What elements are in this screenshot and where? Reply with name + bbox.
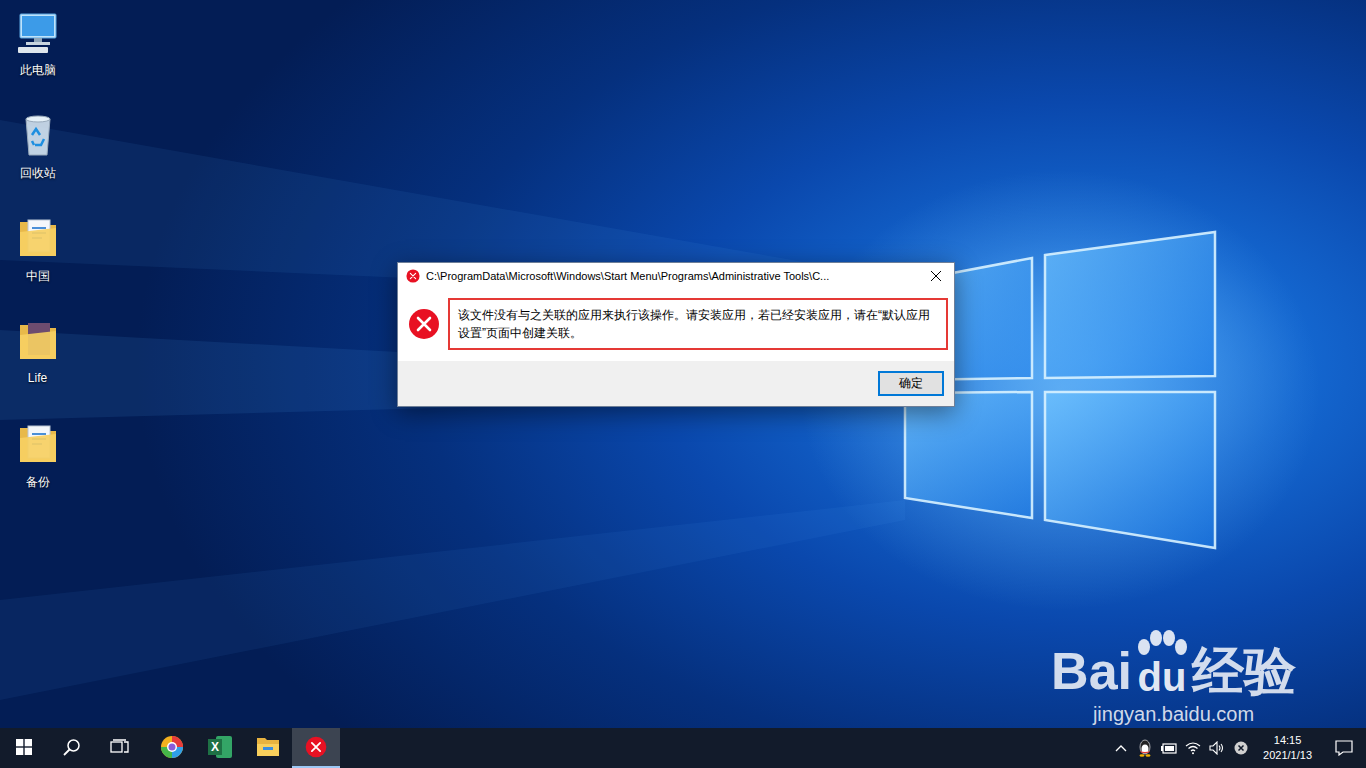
windows-start-icon	[16, 739, 32, 755]
desktop-icon[interactable]: 回收站	[0, 111, 75, 206]
desktop-icon[interactable]: 中国	[0, 214, 75, 309]
search-button[interactable]	[48, 728, 96, 768]
tray-qq[interactable]	[1133, 728, 1157, 768]
photo-folder-icon	[14, 317, 62, 365]
desktop-icon-label: 备份	[26, 474, 50, 491]
battery-plug-icon	[1160, 741, 1178, 755]
computer-icon	[14, 8, 62, 56]
desktop-icon[interactable]: 备份	[0, 420, 75, 515]
search-icon	[63, 738, 81, 756]
tray-status[interactable]	[1229, 728, 1253, 768]
taskbar-app[interactable]	[244, 728, 292, 768]
ok-button[interactable]: 确定	[878, 371, 944, 396]
watermark: Baidu经验 jingyan.baidu.com	[1051, 629, 1296, 726]
browser-icon	[160, 735, 184, 759]
taskbar-app[interactable]: X	[196, 728, 244, 768]
paw-icon	[1134, 629, 1190, 657]
status-error-icon	[1234, 741, 1248, 755]
error-small-icon	[406, 269, 420, 283]
desktop-icon-label: 此电脑	[20, 62, 56, 79]
watermark-url: jingyan.baidu.com	[1093, 703, 1254, 726]
watermark-brand-right: du	[1138, 657, 1187, 697]
notification-icon	[1335, 740, 1353, 756]
task-view-button[interactable]	[96, 728, 144, 768]
start-button[interactable]	[0, 728, 48, 768]
close-icon	[931, 271, 941, 281]
close-button[interactable]	[918, 263, 954, 289]
desktop-icon-label: 中国	[26, 268, 50, 285]
watermark-brand: Baidu经验	[1051, 629, 1296, 697]
notification-button[interactable]	[1322, 728, 1366, 768]
screen: 此电脑回收站中国 Life 备份 C:\ProgramData\Microsoft\W…	[0, 0, 1366, 768]
clock-time: 14:15	[1274, 733, 1302, 748]
desktop-icon-label: 回收站	[20, 165, 56, 182]
desktop-icon[interactable]: 此电脑	[0, 8, 75, 103]
system-tray: 14:152021/1/13	[1109, 728, 1366, 768]
folder-icon	[14, 214, 62, 262]
error-icon	[408, 308, 440, 340]
tray-power[interactable]	[1157, 728, 1181, 768]
taskbar-app[interactable]	[148, 728, 196, 768]
desktop-icon-label: Life	[28, 371, 47, 385]
qq-penguin-icon	[1137, 739, 1153, 757]
clock[interactable]: 14:152021/1/13	[1253, 733, 1322, 763]
chevron-up-icon	[1115, 744, 1127, 752]
task-view-icon	[110, 739, 130, 755]
dialog-title-bar: C:\ProgramData\Microsoft\Windows\Start M…	[398, 263, 954, 289]
error-dialog: C:\ProgramData\Microsoft\Windows\Start M…	[397, 262, 955, 407]
error-app-icon	[305, 736, 327, 758]
recycle-bin-icon	[14, 111, 62, 159]
wifi-icon	[1185, 741, 1201, 755]
tray-network[interactable]	[1181, 728, 1205, 768]
watermark-brand-left: Bai	[1051, 645, 1132, 697]
excel-icon: X	[208, 736, 232, 758]
taskbar-app[interactable]	[292, 728, 340, 768]
desktop-icons: 此电脑回收站中国 Life 备份	[0, 0, 75, 515]
tray-overflow[interactable]	[1109, 728, 1133, 768]
dialog-message: 该文件没有与之关联的应用来执行该操作。请安装应用，若已经安装应用，请在“默认应用…	[448, 298, 948, 350]
dialog-title: C:\ProgramData\Microsoft\Windows\Start M…	[426, 270, 912, 282]
desktop-icon[interactable]: Life	[0, 317, 75, 412]
excel-badge: X	[208, 739, 222, 755]
folder-icon	[14, 420, 62, 468]
file-explorer-icon	[256, 736, 280, 758]
watermark-paw: du	[1134, 629, 1190, 697]
taskbar: X 14:152021/1/13	[0, 728, 1366, 768]
tray-volume[interactable]	[1205, 728, 1229, 768]
dialog-footer: 确定	[398, 361, 954, 406]
watermark-brand-cn: 经验	[1192, 645, 1296, 697]
dialog-body: 该文件没有与之关联的应用来执行该操作。请安装应用，若已经安装应用，请在“默认应用…	[398, 289, 954, 361]
excel-glyph: X	[211, 741, 219, 753]
clock-date: 2021/1/13	[1263, 748, 1312, 763]
volume-icon	[1209, 741, 1225, 755]
desktop: 此电脑回收站中国 Life 备份 C:\ProgramData\Microsoft\W…	[0, 0, 1366, 728]
